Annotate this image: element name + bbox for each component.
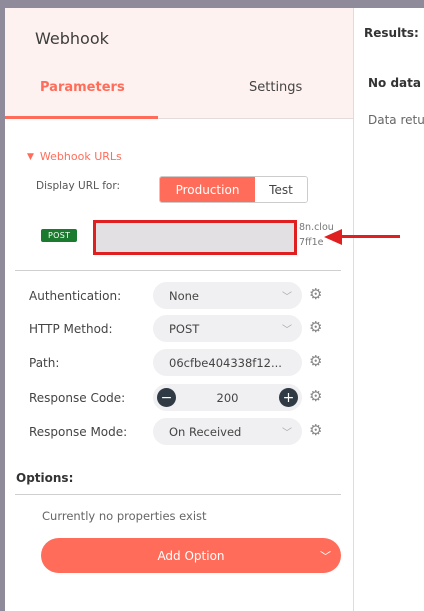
add-option-button[interactable]: Add Option ﹀: [41, 538, 341, 573]
no-properties-text: Currently no properties exist: [42, 509, 207, 523]
results-pane: Results: ( No data Data retu: [353, 8, 424, 611]
webhook-url-redacted[interactable]: [93, 220, 297, 255]
method-badge: POST: [41, 229, 78, 242]
node-parameters-panel: Webhook Parameters Settings ▼ Webhook UR…: [5, 8, 353, 611]
response-code-label: Response Code:: [29, 391, 126, 405]
results-title: Results: (: [364, 26, 424, 40]
options-divider: [15, 494, 341, 495]
chevron-down-icon: ﹀: [282, 325, 292, 336]
authentication-value: None: [169, 288, 200, 303]
test-button[interactable]: Test: [255, 177, 307, 202]
response-code-value[interactable]: 200: [217, 391, 239, 405]
response-mode-label: Response Mode:: [29, 425, 128, 439]
http-method-select[interactable]: POST ﹀: [153, 315, 302, 342]
no-data-subtitle: Data retu: [368, 113, 424, 127]
authentication-label: Authentication:: [29, 289, 122, 303]
chevron-down-icon: ﹀: [282, 428, 292, 439]
response-code-stepper: − 200 +: [153, 384, 302, 411]
increment-button[interactable]: +: [278, 388, 298, 407]
response-mode-select[interactable]: On Received ﹀: [153, 418, 302, 445]
gear-icon[interactable]: ⚙: [309, 318, 322, 336]
chevron-down-icon: ﹀: [282, 292, 292, 303]
section-divider: [15, 270, 341, 271]
chevron-down-icon: ▼: [27, 151, 34, 162]
path-input[interactable]: 06cfbe404338f12...: [153, 349, 302, 376]
path-label: Path:: [29, 356, 60, 370]
annotation-arrow-icon: [324, 229, 342, 245]
url-mode-toggle: Production Test: [159, 176, 308, 203]
gear-icon[interactable]: ⚙: [309, 421, 322, 439]
path-value: 06cfbe404338f12...: [169, 355, 282, 370]
decrement-button[interactable]: −: [157, 388, 176, 407]
options-heading: Options:: [16, 471, 74, 485]
authentication-select[interactable]: None ﹀: [153, 282, 302, 309]
webhook-urls-label: Webhook URLs: [39, 150, 122, 163]
chevron-down-icon: ﹀: [320, 550, 331, 563]
gear-icon[interactable]: ⚙: [309, 285, 322, 303]
gear-icon[interactable]: ⚙: [309, 387, 322, 405]
node-title[interactable]: Webhook: [35, 29, 109, 48]
panel-header: Webhook Parameters Settings: [5, 8, 353, 119]
http-method-label: HTTP Method:: [29, 322, 113, 336]
add-option-label: Add Option: [157, 548, 225, 563]
no-data-heading: No data: [368, 76, 421, 90]
http-method-value: POST: [169, 321, 200, 336]
active-tab-indicator: [5, 116, 158, 119]
tab-parameters[interactable]: Parameters: [40, 80, 125, 95]
webhook-urls-toggle[interactable]: ▼ Webhook URLs: [27, 150, 122, 163]
gear-icon[interactable]: ⚙: [309, 352, 322, 370]
display-url-label: Display URL for:: [36, 180, 120, 192]
tab-settings[interactable]: Settings: [249, 80, 302, 95]
annotation-arrow-line: [340, 235, 400, 238]
production-button[interactable]: Production: [160, 177, 255, 202]
url-tail-line2: 7ff1e: [299, 237, 324, 248]
response-mode-value: On Received: [169, 424, 242, 439]
